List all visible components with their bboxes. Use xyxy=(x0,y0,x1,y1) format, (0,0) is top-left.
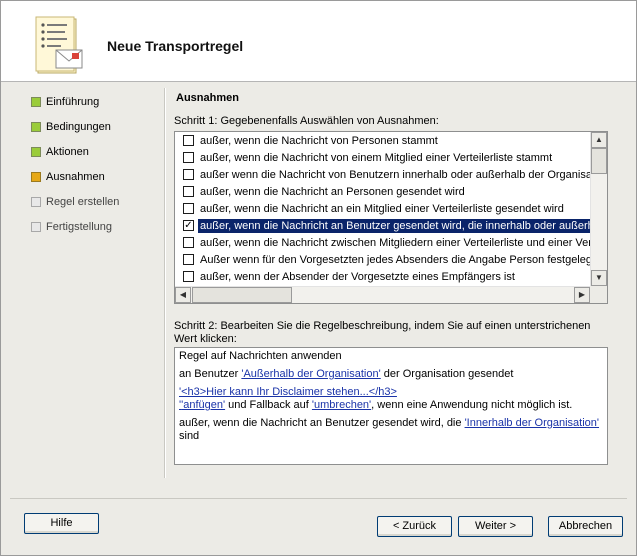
exception-checkbox[interactable] xyxy=(183,237,194,248)
step-status-icon xyxy=(31,197,41,207)
append-action-link[interactable]: 'anfügen' xyxy=(181,399,225,411)
description-text: und Fallback auf xyxy=(225,399,312,411)
exception-checkbox[interactable] xyxy=(183,271,194,282)
exception-checkbox[interactable] xyxy=(183,254,194,265)
wizard-header xyxy=(1,1,636,81)
back-button[interactable]: < Zurück xyxy=(377,516,452,537)
exception-label: außer, wenn die Nachricht an Benutzer ge… xyxy=(198,219,591,233)
exception-label: außer wenn die Nachricht von Benutzern i… xyxy=(200,169,591,181)
vertical-scroll-thumb[interactable] xyxy=(591,148,607,174)
description-line: an Benutzer 'Außerhalb der Organisation'… xyxy=(179,368,603,381)
exception-checkbox[interactable] xyxy=(183,186,194,197)
recipient-location-link[interactable]: 'Außerhalb der Organisation' xyxy=(241,368,380,380)
exception-checkbox[interactable] xyxy=(183,152,194,163)
fallback-action-link[interactable]: 'umbrechen' xyxy=(312,399,371,411)
description-text: an Benutzer xyxy=(179,368,242,380)
vertical-scrollbar[interactable]: ▲ ▼ xyxy=(590,132,607,286)
description-line: außer, wenn die Nachricht an Benutzer ge… xyxy=(179,417,603,443)
wizard-title: Neue Transportregel xyxy=(107,38,244,54)
footer-divider xyxy=(10,498,627,499)
header-divider xyxy=(1,81,636,82)
description-text: sind xyxy=(179,430,200,442)
exception-checkbox[interactable] xyxy=(183,169,194,180)
exception-label: außer, wenn die Nachricht an Personen ge… xyxy=(200,186,465,198)
exception-label: außer, wenn die Nachricht von Personen s… xyxy=(200,135,438,147)
exception-item[interactable]: außer, wenn die Nachricht zwischen Mitgl… xyxy=(176,235,591,252)
description-text: außer, wenn die Nachricht an Benutzer ge… xyxy=(179,417,465,429)
step-status-icon xyxy=(31,172,41,182)
step-label: Bedingungen xyxy=(46,121,111,133)
section-title: Ausnahmen xyxy=(176,92,239,104)
rule-description-box: Regel auf Nachrichten anwenden an Benutz… xyxy=(174,347,608,465)
exception-checkbox[interactable] xyxy=(183,135,194,146)
step-label: Fertigstellung xyxy=(46,221,113,233)
scroll-right-icon[interactable]: ▶ xyxy=(574,287,590,303)
next-button[interactable]: Weiter > xyxy=(458,516,533,537)
exception-item[interactable]: außer wenn die Nachricht von Benutzern i… xyxy=(176,167,591,184)
disclaimer-text-link[interactable]: '<h3>Hier kann Ihr Disclaimer stehen...<… xyxy=(179,386,397,398)
exception-item[interactable]: außer, wenn der Absender der Vorgesetzte… xyxy=(176,269,591,286)
exception-item[interactable]: außer, wenn die Nachricht von einem Mitg… xyxy=(176,150,591,167)
panel-divider-highlight xyxy=(165,88,166,478)
exception-item[interactable]: außer, wenn die Nachricht von Personen s… xyxy=(176,133,591,150)
step-label: Ausnahmen xyxy=(46,171,105,183)
help-button[interactable]: Hilfe xyxy=(24,513,99,534)
step-label: Einführung xyxy=(46,96,100,108)
exception-location-link[interactable]: 'Innerhalb der Organisation' xyxy=(465,417,599,429)
step-label: Aktionen xyxy=(46,146,89,158)
exception-label: außer, wenn die Nachricht zwischen Mitgl… xyxy=(200,237,591,249)
description-text: der Organisation gesendet xyxy=(380,368,514,380)
description-line: Regel auf Nachrichten anwenden xyxy=(179,350,342,362)
step1-label: Schritt 1: Gegebenenfalls Auswählen von … xyxy=(174,115,439,127)
horizontal-scrollbar[interactable]: ◀ ▶ xyxy=(175,286,590,303)
description-text: , wenn eine Anwendung nicht möglich ist. xyxy=(371,399,573,411)
exception-label: außer, wenn der Absender der Vorgesetzte… xyxy=(200,271,515,283)
description-line: '<h3>Hier kann Ihr Disclaimer stehen...<… xyxy=(179,386,603,412)
step-status-icon xyxy=(31,122,41,132)
step-status-icon xyxy=(31,147,41,157)
exception-item[interactable]: außer, wenn die Nachricht an ein Mitglie… xyxy=(176,201,591,218)
exception-checkbox-checked[interactable]: ✓ xyxy=(183,220,194,231)
step-status-icon xyxy=(31,97,41,107)
exception-checkbox[interactable] xyxy=(183,203,194,214)
exceptions-list: außer, wenn die Nachricht von Personen s… xyxy=(176,133,591,287)
step-label: Regel erstellen xyxy=(46,196,120,208)
exception-item[interactable]: Außer wenn für den Vorgesetzten jedes Ab… xyxy=(176,252,591,269)
cancel-button[interactable]: Abbrechen xyxy=(548,516,623,537)
scroll-up-icon[interactable]: ▲ xyxy=(591,132,607,148)
step-status-icon xyxy=(31,222,41,232)
checkmark-icon: ✓ xyxy=(184,220,193,231)
horizontal-scroll-thumb[interactable] xyxy=(192,287,292,303)
exception-item[interactable]: außer, wenn die Nachricht an Personen ge… xyxy=(176,184,591,201)
exception-item-selected[interactable]: ✓ außer, wenn die Nachricht an Benutzer … xyxy=(176,218,591,235)
exception-label: außer, wenn die Nachricht an ein Mitglie… xyxy=(200,203,564,215)
exception-label: Außer wenn für den Vorgesetzten jedes Ab… xyxy=(200,254,591,266)
scroll-left-icon[interactable]: ◀ xyxy=(175,287,191,303)
step2-label: Schritt 2: Bearbeiten Sie die Regelbesch… xyxy=(174,320,591,345)
scrollbar-corner xyxy=(590,286,607,303)
exceptions-listbox[interactable]: außer, wenn die Nachricht von Personen s… xyxy=(174,131,608,304)
wizard-document-icon xyxy=(34,16,86,78)
scroll-down-icon[interactable]: ▼ xyxy=(591,270,607,286)
exception-label: außer, wenn die Nachricht von einem Mitg… xyxy=(200,152,553,164)
